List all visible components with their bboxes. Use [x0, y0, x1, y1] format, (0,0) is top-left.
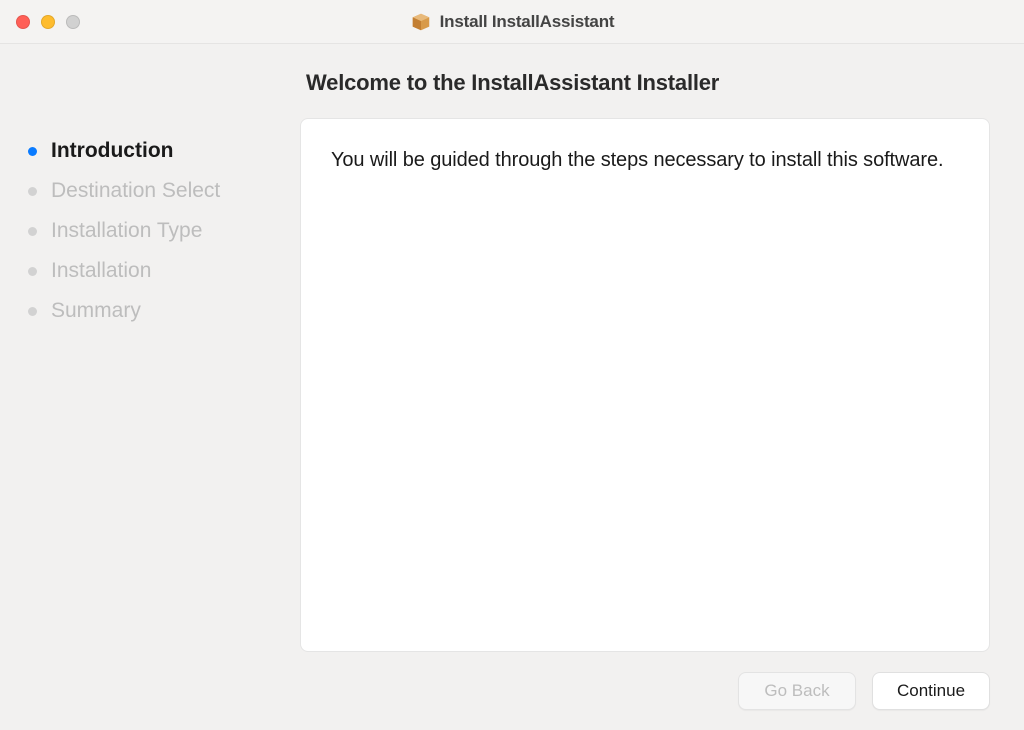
- window-controls: [0, 15, 80, 29]
- step-bullet-icon: [28, 187, 37, 196]
- titlebar: Install InstallAssistant: [0, 0, 1024, 44]
- continue-button[interactable]: Continue: [872, 672, 990, 710]
- close-window-button[interactable]: [16, 15, 30, 29]
- sidebar: Introduction Destination Select Installa…: [0, 44, 300, 672]
- step-label: Destination Select: [51, 179, 220, 203]
- intro-text: You will be guided through the steps nec…: [331, 147, 959, 174]
- step-bullet-icon: [28, 147, 37, 156]
- step-bullet-icon: [28, 227, 37, 236]
- step-bullet-icon: [28, 267, 37, 276]
- main: Welcome to the InstallAssistant Installe…: [300, 44, 1024, 672]
- step-bullet-icon: [28, 307, 37, 316]
- step-label: Installation Type: [51, 219, 202, 243]
- step-summary: Summary: [28, 299, 300, 323]
- step-label: Summary: [51, 299, 141, 323]
- body: Introduction Destination Select Installa…: [0, 44, 1024, 672]
- package-icon: [410, 11, 432, 33]
- page-heading: Welcome to the InstallAssistant Installe…: [300, 70, 990, 96]
- button-row: Go Back Continue: [0, 672, 1024, 730]
- step-introduction: Introduction: [28, 139, 300, 163]
- window-title-group: Install InstallAssistant: [0, 11, 1024, 33]
- step-destination-select: Destination Select: [28, 179, 300, 203]
- go-back-button: Go Back: [738, 672, 856, 710]
- window-title: Install InstallAssistant: [440, 12, 615, 32]
- step-label: Introduction: [51, 139, 173, 163]
- step-label: Installation: [51, 259, 151, 283]
- maximize-window-button: [66, 15, 80, 29]
- step-installation-type: Installation Type: [28, 219, 300, 243]
- content-pane: You will be guided through the steps nec…: [300, 118, 990, 652]
- step-installation: Installation: [28, 259, 300, 283]
- minimize-window-button[interactable]: [41, 15, 55, 29]
